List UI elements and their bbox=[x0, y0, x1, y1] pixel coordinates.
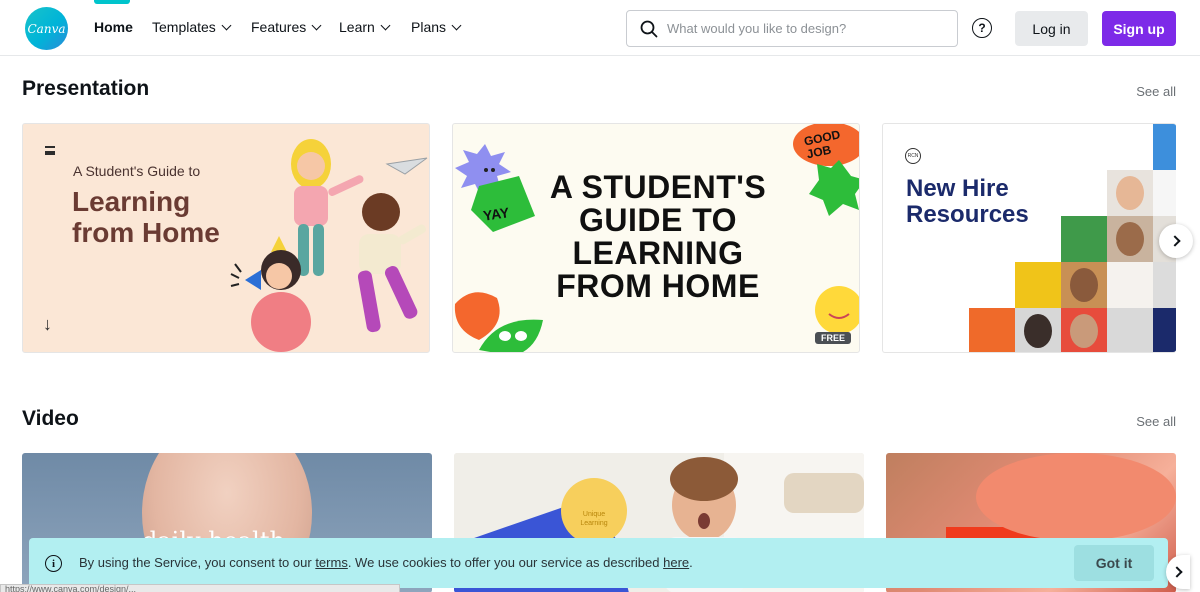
chevron-right-icon bbox=[1170, 566, 1183, 578]
top-navigation-bar: Canva Home Templates Features Learn Plan… bbox=[0, 0, 1200, 56]
arrow-down-icon: ↓ bbox=[43, 314, 52, 334]
browser-status-url: https://www.canva.com/design/... bbox=[0, 584, 400, 592]
chevron-down-icon bbox=[380, 20, 391, 30]
see-all-presentation-link[interactable]: See all bbox=[1136, 84, 1176, 99]
free-badge: FREE bbox=[814, 332, 851, 344]
search-icon bbox=[640, 20, 658, 37]
chevron-down-icon bbox=[311, 20, 322, 30]
video-card-text: Unique Learning bbox=[580, 511, 608, 527]
signup-button[interactable]: Sign up bbox=[1102, 11, 1176, 46]
search-box[interactable] bbox=[626, 10, 958, 47]
nav-learn[interactable]: Learn bbox=[339, 19, 391, 35]
nav-templates[interactable]: Templates bbox=[152, 19, 232, 35]
section-title-video: Video bbox=[22, 407, 79, 430]
nav-plans[interactable]: Plans bbox=[411, 19, 462, 35]
chevron-down-icon bbox=[451, 20, 462, 30]
card-title: New Hire Resources bbox=[906, 175, 1029, 228]
template-card-student-guide[interactable]: A Student's Guide to Learning from Home … bbox=[22, 123, 430, 353]
see-all-video-link[interactable]: See all bbox=[1136, 414, 1176, 429]
card-kicker: A Student's Guide to bbox=[73, 163, 201, 179]
canva-logo[interactable]: Canva bbox=[25, 7, 68, 50]
nav-templates-label: Templates bbox=[152, 19, 216, 35]
brand-badge: RCN bbox=[905, 148, 921, 164]
kids-illustration bbox=[230, 139, 428, 352]
cookie-text-after: . bbox=[689, 555, 693, 570]
nav-features-label: Features bbox=[251, 19, 307, 35]
login-button[interactable]: Log in bbox=[1015, 11, 1088, 46]
cookie-text-middle: . We use cookies to offer you our servic… bbox=[347, 555, 664, 570]
menu-icon bbox=[45, 146, 55, 155]
nav-learn-label: Learn bbox=[339, 19, 375, 35]
logo-text: Canva bbox=[27, 21, 66, 36]
chevron-right-icon bbox=[1168, 235, 1181, 247]
info-icon: i bbox=[45, 555, 62, 572]
chevron-down-icon bbox=[221, 20, 232, 30]
info-glyph: i bbox=[51, 557, 56, 570]
help-icon[interactable]: ? bbox=[972, 18, 992, 38]
here-link[interactable]: here bbox=[663, 555, 689, 570]
nav-home[interactable]: Home bbox=[94, 19, 133, 35]
nav-features[interactable]: Features bbox=[251, 19, 322, 35]
cookie-text-before: By using the Service, you consent to our bbox=[79, 555, 316, 570]
terms-link[interactable]: terms bbox=[315, 555, 348, 570]
template-card-new-hire[interactable]: RCN New Hire Resources bbox=[882, 123, 1176, 353]
template-card-student-guide-bold[interactable]: YAY GOOD JOB A STUDENT'S GUIDE TO LEARNI… bbox=[452, 123, 860, 353]
got-it-button[interactable]: Got it bbox=[1074, 545, 1154, 581]
card-title: A STUDENT'S GUIDE TO LEARNING FROM HOME bbox=[549, 169, 767, 304]
active-tab-indicator bbox=[94, 0, 130, 4]
cookie-message: By using the Service, you consent to our… bbox=[79, 555, 693, 570]
cookie-consent-banner: i By using the Service, you consent to o… bbox=[29, 538, 1168, 588]
nav-home-label: Home bbox=[94, 19, 133, 35]
nav-plans-label: Plans bbox=[411, 19, 447, 35]
search-input[interactable] bbox=[667, 21, 937, 36]
help-glyph: ? bbox=[978, 21, 986, 35]
carousel-next-button[interactable] bbox=[1159, 224, 1193, 258]
section-title-presentation: Presentation bbox=[22, 77, 150, 100]
bun-shape bbox=[976, 453, 1176, 541]
